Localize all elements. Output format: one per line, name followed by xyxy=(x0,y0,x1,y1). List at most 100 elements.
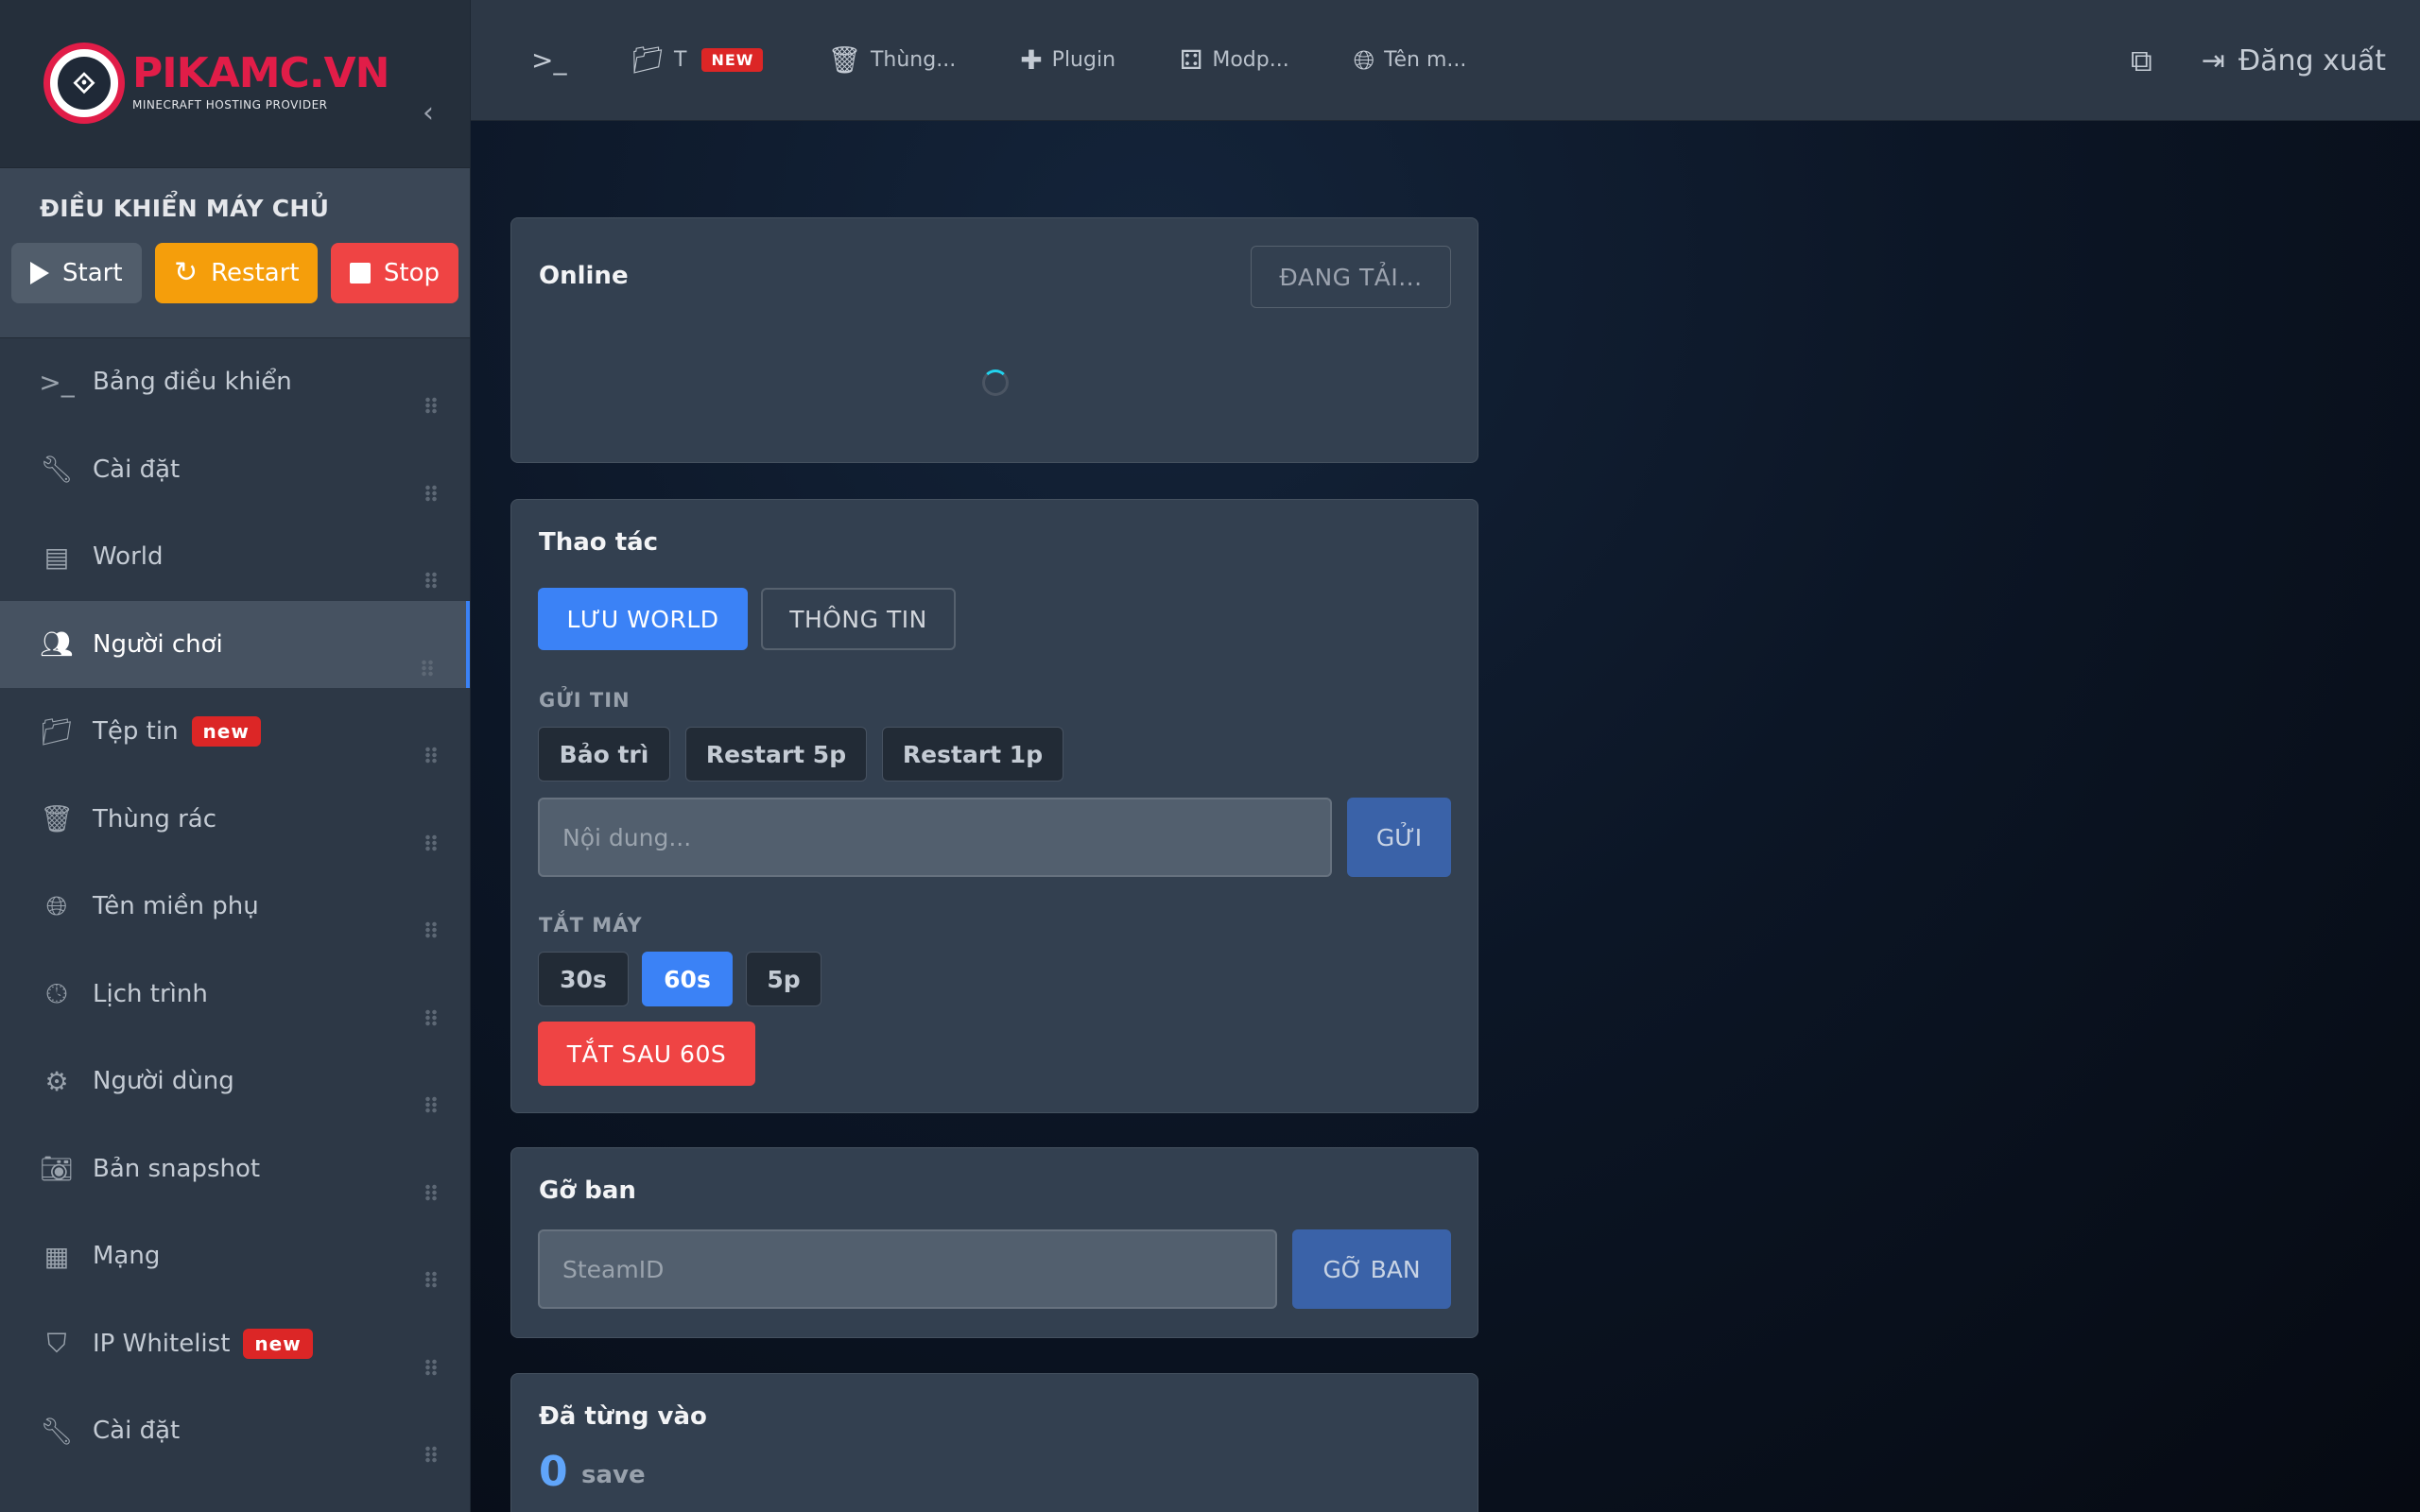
send-message-label: GỬI TIN xyxy=(539,689,631,712)
sidebar-item-label: Mạng xyxy=(93,1242,161,1271)
external-link-icon[interactable]: ⧉ xyxy=(2131,43,2152,79)
brand-name: PIKAMC.VN xyxy=(132,49,389,97)
folder-icon: 📁︎ xyxy=(40,715,74,747)
sidebar-item-settings-2[interactable]: 🔧︎ Cài đặt xyxy=(0,1387,470,1475)
sidebar-item-label: IP Whitelist xyxy=(93,1329,231,1358)
topnav-subdomain[interactable]: 🌐︎ Tên m... xyxy=(1354,44,1467,77)
drag-handle-icon[interactable] xyxy=(424,833,438,851)
topbar-actions: ⧉ ⇥ Đăng xuất xyxy=(2131,0,2386,121)
unban-title: Gỡ ban xyxy=(539,1177,636,1205)
new-badge: new xyxy=(243,1328,313,1359)
camera-icon: 📷︎ xyxy=(40,1153,74,1185)
sidebar-item-label: Bảng điều khiển xyxy=(93,368,292,397)
sidebar-item-world[interactable]: ▤ World xyxy=(0,513,470,601)
user-gear-icon: ⚙︎ xyxy=(44,1065,69,1097)
send-button[interactable]: GỬI xyxy=(1347,798,1451,877)
sidebar-item-schedule[interactable]: 🕓︎ Lịch trình xyxy=(0,951,470,1039)
timer-30s-button[interactable]: 30s xyxy=(538,952,629,1006)
topnav-label: T xyxy=(674,48,687,72)
sidebar-item-label: Tệp tin xyxy=(93,717,179,747)
topnav-modpack[interactable]: ⚃ Modp... xyxy=(1180,44,1289,76)
topnav-trash[interactable]: 🗑︎ Thùng... xyxy=(827,44,956,76)
brand-logo-icon: ⟐ xyxy=(43,43,125,124)
sidebar-nav: >_ Bảng điều khiển 🔧︎ Cài đặt ▤ World 👥︎… xyxy=(0,338,470,1475)
top-nav: >_ 📁︎ T NEW 🗑︎ Thùng... ✚ Plugin ⚃ Modp.… xyxy=(531,44,1530,77)
save-world-button[interactable]: LƯU WORLD xyxy=(538,588,748,650)
stop-button[interactable]: Stop xyxy=(331,243,458,303)
clock-icon: 🕓︎ xyxy=(45,977,68,1009)
sidebar-item-files[interactable]: 📁︎ Tệp tin new xyxy=(0,688,470,776)
sidebar-item-label: World xyxy=(93,542,164,572)
shutdown-button[interactable]: TẮT SAU 60S xyxy=(538,1022,755,1086)
globe-icon: 🌐︎ xyxy=(1353,43,1375,76)
stop-label: Stop xyxy=(383,259,440,287)
timer-5p-button[interactable]: 5p xyxy=(746,952,821,1006)
sidebar-item-trash[interactable]: 🗑︎ Thùng rác xyxy=(0,776,470,864)
start-button[interactable]: Start xyxy=(11,243,142,303)
preset-restart-1p-button[interactable]: Restart 1p xyxy=(882,727,1063,782)
topnav-label: Plugin xyxy=(1051,48,1116,72)
drag-handle-icon[interactable] xyxy=(424,484,438,502)
drag-handle-icon[interactable] xyxy=(424,572,438,589)
play-icon xyxy=(30,262,49,284)
sidebar-item-ip-whitelist[interactable]: ⛉ IP Whitelist new xyxy=(0,1300,470,1388)
wrench-icon: 🔧︎ xyxy=(40,454,74,486)
sidebar-item-label: Người chơi xyxy=(93,629,223,659)
rotate-icon: ↻ xyxy=(174,256,199,289)
loading-spinner-icon xyxy=(982,369,1009,396)
folder-icon: 📁︎ xyxy=(631,44,666,76)
server-control-panel: ĐIỀU KHIỂN MÁY CHỦ Start ↻ Restart Stop xyxy=(0,168,470,338)
terminal-icon: >_ xyxy=(531,44,567,76)
unban-card: Gỡ ban GỠ BAN xyxy=(510,1147,1478,1338)
drag-handle-icon[interactable] xyxy=(424,1096,438,1113)
drag-handle-icon[interactable] xyxy=(424,1358,438,1376)
preset-maintenance-button[interactable]: Bảo trì xyxy=(538,727,670,782)
sidebar-item-subdomain[interactable]: 🌐︎ Tên miền phụ xyxy=(0,863,470,951)
sidebar-item-label: Tên miền phụ xyxy=(93,892,259,921)
sidebar-item-players[interactable]: 👥︎ Người chơi xyxy=(0,600,470,688)
new-badge: NEW xyxy=(701,48,764,72)
sidebar-item-label: Người dùng xyxy=(93,1067,234,1096)
topnav-plugin[interactable]: ✚ Plugin xyxy=(1020,44,1115,76)
drag-handle-icon[interactable] xyxy=(424,921,438,938)
drag-handle-icon[interactable] xyxy=(424,1271,438,1288)
drag-handle-icon[interactable] xyxy=(424,1008,438,1026)
sign-out-icon: ⇥ xyxy=(2201,43,2225,77)
brand-tagline: MINECRAFT HOSTING PROVIDER xyxy=(132,98,328,112)
sidebar-item-label: Thùng rác xyxy=(93,804,217,833)
drag-handle-icon[interactable] xyxy=(424,747,438,764)
logout-button[interactable]: ⇥ Đăng xuất xyxy=(2202,44,2386,77)
drag-handle-icon[interactable] xyxy=(424,1446,438,1463)
topnav-console[interactable]: >_ xyxy=(531,44,566,76)
drag-handle-icon[interactable] xyxy=(424,1183,438,1201)
message-input[interactable] xyxy=(538,798,1332,877)
unban-button[interactable]: GỠ BAN xyxy=(1292,1229,1451,1309)
joined-title: Đã từng vào xyxy=(539,1402,707,1431)
sidebar-item-network[interactable]: ▦ Mạng xyxy=(0,1212,470,1300)
sidebar-item-label: Cài đặt xyxy=(93,1417,181,1446)
timer-60s-button[interactable]: 60s xyxy=(642,952,733,1006)
trash-icon: 🗑︎ xyxy=(40,803,74,835)
sidebar-item-dashboard[interactable]: >_ Bảng điều khiển xyxy=(0,338,470,426)
sidebar-item-settings[interactable]: 🔧︎ Cài đặt xyxy=(0,426,470,514)
joined-card: Đã từng vào 0 save xyxy=(510,1373,1478,1512)
topnav-files[interactable]: 📁︎ T NEW xyxy=(631,44,764,76)
sidebar-item-users[interactable]: ⚙︎ Người dùng xyxy=(0,1038,470,1125)
drag-handle-icon[interactable] xyxy=(424,397,438,414)
online-card: Online ĐANG TẢI... xyxy=(510,217,1478,463)
steamid-input[interactable] xyxy=(538,1229,1277,1309)
sidebar-item-snapshot[interactable]: 📷︎ Bản snapshot xyxy=(0,1125,470,1213)
sidebar-item-label: Cài đặt xyxy=(93,455,181,484)
puzzle-icon: ✚ xyxy=(1020,44,1043,76)
cubes-icon: ⚃ xyxy=(1180,44,1203,76)
info-button[interactable]: THÔNG TIN xyxy=(761,588,956,650)
main-content: Online ĐANG TẢI... Thao tác LƯU WORLD TH… xyxy=(471,121,2420,1512)
topnav-label: Tên m... xyxy=(1384,48,1467,72)
collapse-sidebar-chevron-left-icon[interactable]: ‹ xyxy=(414,94,442,132)
preset-restart-5p-button[interactable]: Restart 5p xyxy=(685,727,867,782)
top-navbar: >_ 📁︎ T NEW 🗑︎ Thùng... ✚ Plugin ⚃ Modp.… xyxy=(471,0,2420,121)
drag-handle-icon[interactable] xyxy=(421,659,434,677)
wrench-icon: 🔧︎ xyxy=(40,1415,74,1447)
loading-button[interactable]: ĐANG TẢI... xyxy=(1251,246,1451,308)
restart-button[interactable]: ↻ Restart xyxy=(155,243,318,303)
